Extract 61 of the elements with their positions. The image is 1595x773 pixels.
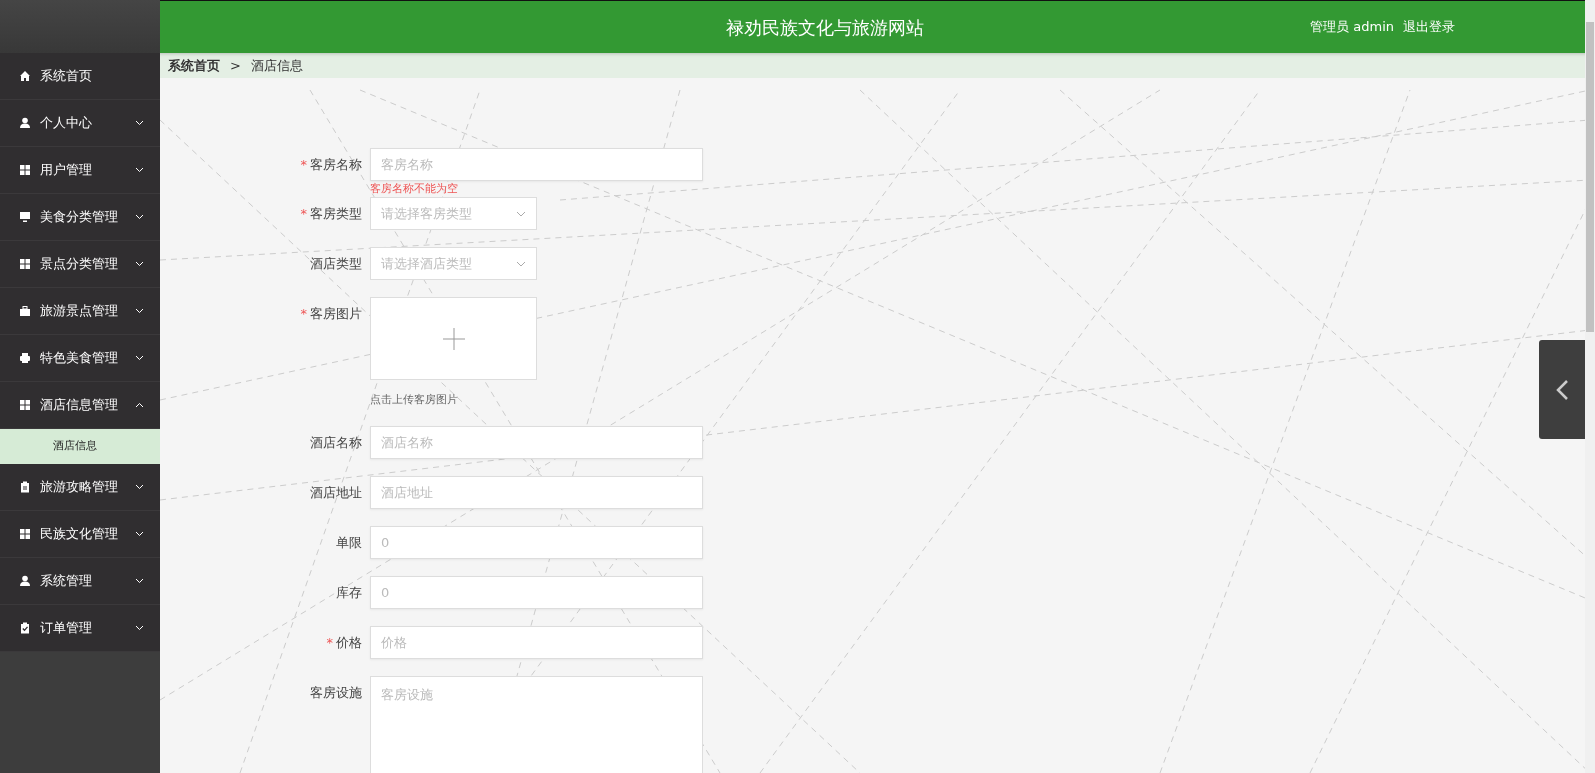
sidebar-item[interactable]: 旅游攻略管理 [0,464,160,511]
site-title: 禄劝民族文化与旅游网站 [725,15,926,40]
input-field[interactable]: 客房名称 [370,148,703,181]
field-label: 价格 [336,634,362,650]
grid-icon [19,258,31,270]
briefcase-icon [19,305,31,317]
sidebar-item[interactable]: 酒店信息管理 [0,382,160,429]
sidebar-item[interactable]: 系统首页 [0,53,160,100]
sidebar-item[interactable]: 景点分类管理 [0,241,160,288]
required-mark: * [300,157,307,172]
field-label: 酒店名称 [310,434,362,450]
home-icon [19,70,31,82]
field-label: 客房类型 [310,206,362,221]
sidebar-item[interactable]: 订单管理 [0,605,160,652]
sidebar-item[interactable]: 特色美食管理 [0,335,160,382]
input-field[interactable]: 0 [370,575,703,609]
field-label: 酒店地址 [310,484,362,500]
breadcrumb-item: 酒店信息 [250,56,303,75]
user-label: 管理员 admin [1310,18,1394,37]
field-label: 客房图片 [310,306,362,321]
grid-icon [19,399,31,411]
sidebar-item[interactable]: 美食分类管理 [0,194,160,241]
upload-hint: 点击上传客房图片 [370,392,459,408]
user-icon [19,117,31,129]
chevron-left-icon [1555,378,1569,401]
field-label: 库存 [336,584,362,600]
logout-link[interactable]: 退出登录 [1403,17,1455,37]
field-label: 酒店类型 [310,256,362,271]
sidebar-item[interactable]: 用户管理 [0,147,160,194]
sidebar-item[interactable]: 个人中心 [0,100,160,147]
breadcrumb-item[interactable]: 系统首页 [168,55,220,76]
field-label: 客房名称 [310,157,362,172]
required-mark: * [300,306,307,321]
input-field[interactable]: 酒店名称 [370,425,703,459]
required-mark: * [326,634,333,650]
textarea-field[interactable]: 客房设施 [370,675,703,773]
upload-box[interactable] [370,297,537,380]
grid-icon [19,528,31,540]
printer-icon [19,352,31,364]
plus-icon [442,327,465,350]
input-field[interactable]: 0 [370,525,703,559]
sidebar-item[interactable]: 民族文化管理 [0,511,160,558]
chevron-down-icon [516,210,526,217]
sidebar-item[interactable]: 旅游景点管理 [0,288,160,335]
breadcrumb-separator: > [230,56,241,75]
monitor-icon [19,211,31,223]
collapse-button[interactable] [1539,340,1585,439]
grid-icon [19,164,31,176]
chevron-down-icon [516,260,526,267]
sidebar-item[interactable]: 系统管理 [0,558,160,605]
scrollbar[interactable] [1585,0,1595,773]
clipboard-icon [19,481,31,493]
field-label: 客房设施 [310,684,362,700]
user-icon [19,575,31,587]
clipboard-check-icon [19,622,31,634]
error-message: 客房名称不能为空 [370,182,459,195]
input-field[interactable]: 酒店地址 [370,475,703,509]
sidebar-subitem[interactable]: 酒店信息 [0,429,160,464]
field-label: 单限 [336,534,362,550]
input-field[interactable]: 价格 [370,625,703,659]
required-mark: * [300,206,307,221]
